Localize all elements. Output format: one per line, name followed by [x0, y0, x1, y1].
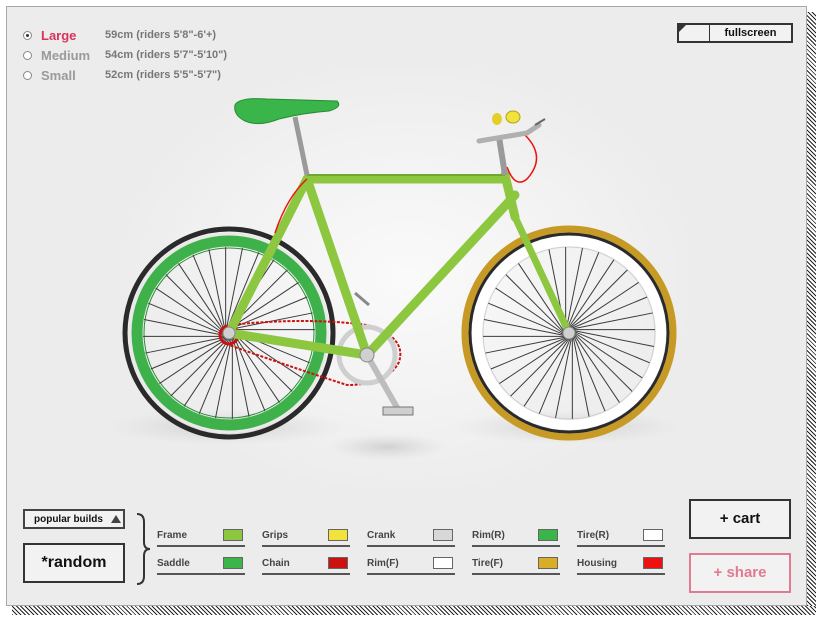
bike-preview — [107, 98, 682, 461]
spoke — [215, 338, 232, 419]
saddle — [234, 98, 340, 125]
grip — [505, 110, 521, 124]
part-label: Saddle — [157, 558, 190, 569]
spoke — [208, 249, 226, 329]
part-label: Grips — [262, 530, 289, 541]
stem — [496, 136, 508, 176]
bottom-bracket — [359, 347, 375, 363]
color-swatch[interactable] — [223, 529, 243, 541]
color-swatch[interactable] — [328, 557, 348, 569]
share-button[interactable]: + share — [689, 553, 791, 593]
part-label: Frame — [157, 530, 188, 541]
part-label: Tire(R) — [577, 530, 610, 541]
ground-shadow — [327, 433, 447, 461]
spoke — [233, 312, 313, 330]
color-swatch[interactable] — [538, 529, 558, 541]
add-to-cart-button[interactable]: + cart — [689, 499, 791, 539]
color-swatch[interactable] — [328, 529, 348, 541]
color-swatch[interactable] — [433, 557, 453, 569]
bike-builder-stage: Large 59cm (riders 5'8"-6'+) Medium 54cm… — [6, 6, 807, 606]
spoke — [573, 312, 653, 330]
window-shadow-bottom — [12, 606, 816, 615]
part-label: Housing — [577, 558, 617, 569]
color-swatch[interactable] — [223, 557, 243, 569]
spoke — [165, 274, 224, 333]
spoke — [483, 319, 564, 336]
spoke — [572, 337, 590, 417]
window-shadow-right — [807, 12, 816, 610]
color-swatch[interactable] — [643, 557, 663, 569]
part-label: Tire(F) — [472, 558, 503, 569]
spoke — [143, 319, 224, 336]
part-label: Rim(R) — [472, 530, 505, 541]
popular-builds-label: popular builds — [34, 513, 103, 525]
part-label: Chain — [262, 558, 290, 569]
pedal — [382, 406, 414, 416]
spoke — [574, 330, 655, 347]
rear-hub — [222, 326, 236, 340]
spoke — [145, 336, 225, 354]
color-swatch[interactable] — [433, 529, 453, 541]
front-hub — [562, 326, 576, 340]
brace-icon — [136, 513, 151, 585]
part-label: Rim(F) — [367, 558, 399, 569]
brake — [354, 291, 370, 307]
popular-builds-button[interactable]: popular builds — [23, 509, 125, 529]
random-button[interactable]: *random — [23, 543, 125, 583]
color-swatch[interactable] — [538, 557, 558, 569]
triangle-up-icon — [110, 515, 121, 523]
spoke — [170, 338, 229, 397]
color-swatch[interactable] — [643, 529, 663, 541]
spoke — [485, 336, 565, 354]
brake-housing — [506, 134, 538, 183]
seatpost — [292, 116, 310, 176]
spoke — [569, 269, 628, 328]
spoke — [555, 338, 572, 419]
handlebar — [476, 122, 542, 144]
part-label: Crank — [367, 530, 396, 541]
spoke — [566, 247, 583, 328]
spoke — [510, 338, 569, 397]
spoke — [574, 333, 633, 392]
